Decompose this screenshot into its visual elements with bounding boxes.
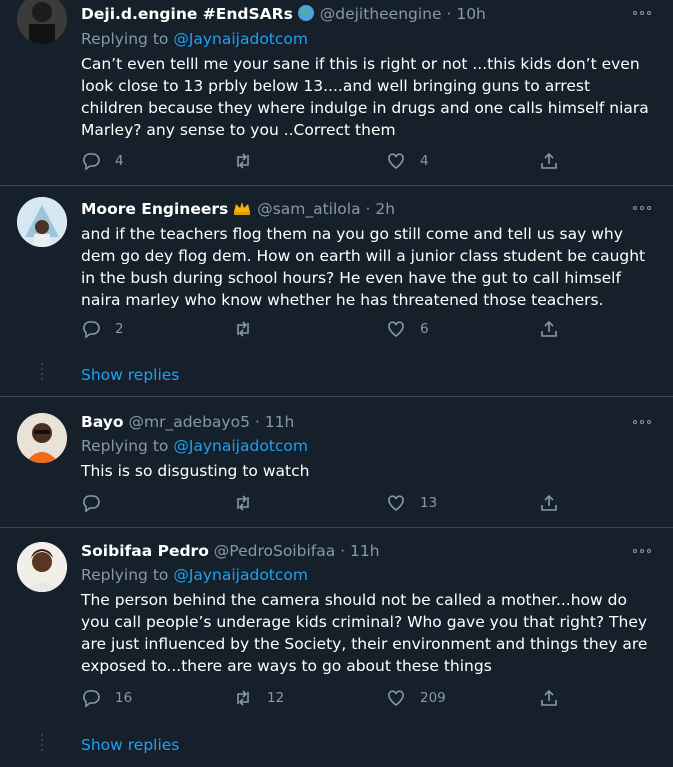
display-name[interactable]: Deji.d.engine #EndSARs	[81, 5, 293, 23]
tweet-header: Soibifaa Pedro @PedroSoibifaa · 11h	[81, 542, 380, 560]
timestamp[interactable]: 2h	[375, 200, 395, 218]
display-name[interactable]: Bayo	[81, 413, 124, 431]
user-handle[interactable]: @PedroSoibifaa	[214, 542, 335, 560]
crown-emoji-icon	[232, 199, 252, 221]
like-count: 209	[420, 690, 446, 706]
avatar[interactable]	[17, 197, 67, 247]
replying-label: Replying to	[81, 566, 174, 584]
retweet-count: 12	[267, 690, 285, 706]
tweet-text: and if the teachers flog them na you go …	[81, 225, 646, 309]
thread-connector	[41, 734, 44, 754]
tweet-actions: 2 6	[81, 319, 561, 343]
retweet-button[interactable]	[233, 151, 267, 171]
reply-count: 2	[115, 321, 124, 337]
timestamp[interactable]: 11h	[265, 413, 295, 431]
avatar[interactable]	[17, 413, 67, 463]
tweet[interactable]: Soibifaa Pedro @PedroSoibifaa · 11h Repl…	[0, 528, 673, 767]
tweet[interactable]: Bayo @mr_adebayo5 · 11h Replying to @Jay…	[0, 397, 673, 527]
retweet-icon	[237, 495, 249, 511]
retweet-button[interactable]	[233, 319, 267, 339]
avatar[interactable]	[17, 0, 67, 44]
reply-icon	[83, 321, 100, 339]
heart-icon	[388, 690, 404, 706]
tweet-text: This is so disgusting to watch	[81, 462, 310, 480]
reply-button[interactable]: 2	[81, 319, 124, 339]
replying-to: Replying to @Jaynaijadotcom	[81, 566, 308, 584]
like-count: 13	[420, 495, 438, 511]
mention-link[interactable]: @Jaynaijadotcom	[173, 30, 308, 48]
more-dots-icon[interactable]	[631, 6, 653, 20]
tweet-header: Bayo @mr_adebayo5 · 11h	[81, 413, 294, 431]
replying-to: Replying to @Jaynaijadotcom	[81, 30, 308, 48]
like-button[interactable]: 4	[386, 151, 429, 171]
user-handle[interactable]: @sam_atilola	[257, 200, 360, 218]
like-count: 4	[420, 153, 429, 169]
more-dots-icon[interactable]	[631, 201, 653, 215]
display-name[interactable]: Moore Engineers	[81, 200, 228, 218]
globe-emoji-icon	[297, 4, 315, 26]
like-button[interactable]: 13	[386, 493, 437, 513]
replying-to: Replying to @Jaynaijadotcom	[81, 437, 308, 455]
share-button[interactable]	[539, 151, 559, 171]
share-icon	[541, 152, 557, 169]
share-button[interactable]	[539, 319, 559, 339]
separator-dot: ·	[249, 413, 265, 431]
retweet-icon	[237, 321, 249, 337]
reply-button[interactable]	[81, 493, 115, 513]
thread-connector	[41, 363, 44, 383]
user-handle[interactable]: @mr_adebayo5	[129, 413, 250, 431]
share-button[interactable]	[539, 493, 559, 513]
like-button[interactable]: 6	[386, 319, 429, 339]
retweet-icon	[237, 153, 249, 169]
share-icon	[541, 494, 557, 511]
separator-dot: ·	[360, 200, 376, 218]
tweet-actions: 4 4	[81, 151, 561, 175]
more-dots-icon[interactable]	[631, 415, 653, 429]
tweet-actions: 16 12 209	[81, 688, 561, 712]
separator-dot: ·	[441, 5, 457, 23]
display-name[interactable]: Soibifaa Pedro	[81, 542, 209, 560]
like-count: 6	[420, 321, 429, 337]
heart-icon	[388, 153, 404, 169]
more-dots-icon[interactable]	[631, 544, 653, 558]
timestamp[interactable]: 11h	[350, 542, 380, 560]
tweet-actions: 13	[81, 493, 561, 517]
share-icon	[541, 689, 557, 706]
replying-label: Replying to	[81, 30, 174, 48]
tweet-text: The person behind the camera should not …	[81, 591, 648, 675]
reply-icon	[83, 495, 100, 513]
heart-icon	[388, 495, 404, 511]
reply-count: 16	[115, 690, 133, 706]
tweet-header: Deji.d.engine #EndSARs @dejitheengine · …	[81, 4, 486, 26]
show-replies-link[interactable]: Show replies	[81, 736, 179, 754]
retweet-button[interactable]: 12	[233, 688, 284, 708]
mention-link[interactable]: @Jaynaijadotcom	[173, 566, 308, 584]
reply-icon	[83, 153, 100, 171]
replying-label: Replying to	[81, 437, 174, 455]
user-handle[interactable]: @dejitheengine	[320, 5, 442, 23]
timestamp[interactable]: 10h	[456, 5, 486, 23]
tweet-text: Can’t even telll me your sane if this is…	[81, 55, 649, 139]
retweet-button[interactable]	[233, 493, 267, 513]
share-icon	[541, 320, 557, 337]
mention-link[interactable]: @Jaynaijadotcom	[173, 437, 308, 455]
like-button[interactable]: 209	[386, 688, 446, 708]
tweet[interactable]: Deji.d.engine #EndSARs @dejitheengine · …	[0, 0, 673, 186]
heart-icon	[388, 321, 404, 337]
show-replies-link[interactable]: Show replies	[81, 366, 179, 384]
tweet[interactable]: Moore Engineers @sam_atilola · 2h and if…	[0, 186, 673, 396]
tweet-header: Moore Engineers @sam_atilola · 2h	[81, 199, 395, 221]
reply-button[interactable]: 4	[81, 151, 124, 171]
reply-count: 4	[115, 153, 124, 169]
avatar[interactable]	[17, 542, 67, 592]
share-button[interactable]	[539, 688, 559, 708]
reply-button[interactable]: 16	[81, 688, 132, 708]
reply-icon	[83, 690, 100, 708]
retweet-icon	[237, 690, 249, 706]
separator-dot: ·	[335, 542, 350, 560]
